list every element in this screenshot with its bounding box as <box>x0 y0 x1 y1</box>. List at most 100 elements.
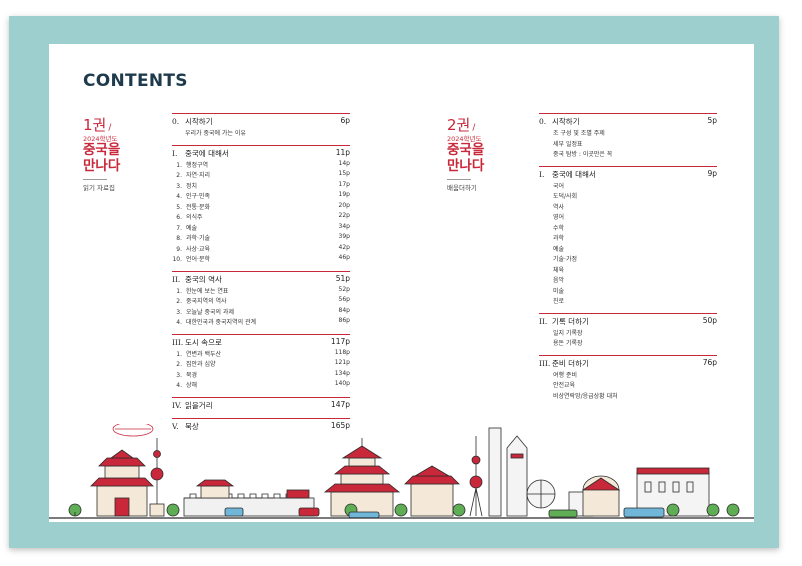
toc-item: 2. 중국지역의 역사 56p <box>172 296 350 307</box>
toc-item: 1. 한눈에 보는 연표 52p <box>172 286 350 297</box>
item-number: 1. <box>176 350 182 358</box>
item-title: 자연·지리 <box>186 172 210 179</box>
item-number: 4. <box>176 193 182 200</box>
item-number: 8. <box>176 235 182 242</box>
toc-item: 일지 기록장 <box>553 329 583 337</box>
toc-item: 국어 <box>553 182 565 190</box>
section-page: 5p <box>707 116 717 125</box>
volume1-label: 1권 / <box>83 114 111 135</box>
toc-item: 영어 <box>553 214 565 221</box>
toc-item: 4. 인구·민족 19p <box>172 191 350 202</box>
section-number: II. <box>539 316 548 326</box>
item-number: 1. <box>176 287 182 295</box>
section-page: 6p <box>340 116 350 125</box>
item-title: 중국지역의 역사 <box>186 298 227 305</box>
pagoda-building-middle <box>404 465 460 517</box>
toc-item: 과학 <box>553 235 565 242</box>
item-number: 1. <box>176 161 182 169</box>
volume1-number: 1권 <box>83 116 107 134</box>
item-page: 14p <box>338 159 350 167</box>
section-page: 9p <box>707 168 717 178</box>
item-title: 인구·민족 <box>186 193 210 200</box>
item-page: 46p <box>338 254 350 261</box>
item-page: 118p <box>334 348 350 356</box>
item-title: 우리가 중국에 가는 이유 <box>185 130 246 137</box>
volume2-title-line1: 중국을 <box>447 142 485 158</box>
section-number: 0. <box>172 117 180 126</box>
toc-item: 2. 집안과 심양 121p <box>172 359 350 370</box>
skyscrapers <box>488 427 528 517</box>
section-page: 76p <box>702 357 717 367</box>
toc-item: 수학 <box>553 224 565 232</box>
toc-section-heading: I. 중국에 대해서 11p <box>172 144 350 160</box>
section-number: III. <box>539 358 551 368</box>
item-page: 39p <box>338 233 350 240</box>
section-title: 중국에 대해서 <box>552 169 596 179</box>
toc-section-heading: II. 중국의 역사 51p <box>172 270 350 286</box>
section-number: III. <box>172 337 184 347</box>
item-title: 행정구역 <box>186 161 209 169</box>
toc-item: 중국 탐방 : 이곳만은 꼭 <box>553 151 613 158</box>
item-title: 오늘날 중국의 과제 <box>186 308 234 316</box>
item-title: 한눈에 보는 연표 <box>186 287 229 295</box>
item-page: 17p <box>338 180 350 188</box>
item-number: 2. <box>176 172 182 179</box>
toc-item: 3. 정치 17p <box>172 181 350 192</box>
volume2-subtitle: 배움더하기 <box>447 184 477 192</box>
toc-item: 5. 전통·문화 20p <box>172 202 350 213</box>
toc-item: 7. 예술 34p <box>172 223 350 234</box>
toc-section-heading: 0. 시작하기 5p <box>539 113 717 128</box>
toc-item: 여행 준비 <box>553 371 577 379</box>
item-title: 의식주 <box>186 214 203 221</box>
contents-page: CONTENTS 1권/ 2024학년도 중국을 만나다 읽기 자료집 0. 시작… <box>49 44 754 522</box>
item-number: 3. <box>176 308 182 316</box>
toc-item: 도덕/사회 <box>553 193 578 200</box>
item-title: 언어·문학 <box>186 256 210 263</box>
section-page: 117p <box>330 336 350 346</box>
toc-item: 6. 의식주 22p <box>172 212 350 223</box>
volume1-title-line1: 중국을 <box>83 142 121 158</box>
volume1-rule <box>83 179 107 180</box>
item-title: 예술 <box>186 224 198 232</box>
toc-item: 10. 언어·문학 46p <box>172 254 350 265</box>
volume1-title: 중국을 만나다 <box>83 142 120 174</box>
item-number: 10. <box>172 256 182 263</box>
item-page: 15p <box>338 170 350 177</box>
volume2-label: 2권 / <box>447 114 475 135</box>
volume2-title: 중국을 만나다 <box>447 142 484 174</box>
volume1-toc: 0. 시작하기 6p 우리가 중국에 가는 이유 I. 중국에 대해서 11p 1. 행정구역 1… <box>172 113 350 439</box>
toc-item: 안전교육 <box>553 382 576 389</box>
section-number: I. <box>539 169 545 179</box>
toc-item: 3. 북경 134p <box>172 370 350 381</box>
toc-item: 1. 연변과 백두산 118p <box>172 349 350 360</box>
section-page: 51p <box>335 273 350 283</box>
pearl-tower <box>469 436 483 517</box>
item-number: 7. <box>176 224 182 232</box>
item-page: 121p <box>334 359 350 366</box>
volume1-title-line2: 만나다 <box>83 158 121 174</box>
toc-item: 용돈 기록장 <box>553 340 583 347</box>
blimp-icon <box>112 424 154 437</box>
item-number: 9. <box>176 245 182 253</box>
tv-tower-left <box>149 438 165 517</box>
volume2-number: 2권 <box>447 116 471 134</box>
section-number: IV. <box>172 400 182 410</box>
toc-item: 예술 <box>553 245 565 253</box>
toc-section-heading: II. 기록 더하기 50p <box>539 312 717 328</box>
item-page: 34p <box>338 222 350 230</box>
item-number: 4. <box>176 319 182 326</box>
page-title: CONTENTS <box>83 71 188 91</box>
toc-item: 체육 <box>553 266 565 274</box>
item-number: 6. <box>176 214 182 221</box>
item-number: 5. <box>176 203 182 211</box>
volume2-slash: / <box>472 123 476 133</box>
section-number: I. <box>172 148 178 158</box>
toc-section-heading: III. 도시 속으로 117p <box>172 333 350 349</box>
item-title: 대한민국과 중국지역의 관계 <box>186 319 257 326</box>
section-title: 기록 더하기 <box>552 316 589 326</box>
toc-item: 미술 <box>553 287 565 295</box>
toc-item: 역사 <box>553 203 565 211</box>
item-page: 22p <box>338 212 350 219</box>
item-page: 52p <box>338 285 350 293</box>
